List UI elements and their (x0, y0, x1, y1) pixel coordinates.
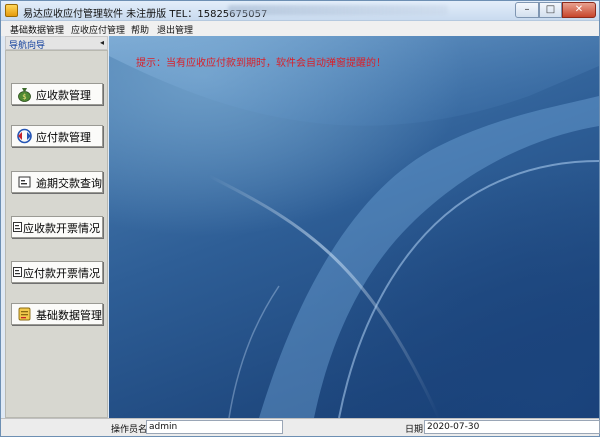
nav-button-label: 应付款管理 (36, 131, 91, 144)
title-bar: 易达应收应付管理软件 未注册版 TEL：15825675057 – □ ✕ (1, 1, 599, 21)
nav-panel: $ 应收款管理 应付款管理 逾期交款查询 应收款开票情况 应付款开票情况 基础数… (5, 50, 108, 418)
menu-basic-data[interactable]: 基础数据管理 (10, 23, 64, 36)
wallpaper-swoosh (109, 36, 599, 418)
report-icon (18, 176, 31, 188)
exchange-arrows-icon (17, 128, 32, 144)
status-bar: 操作员名 admin 日期 2020-07-30 (1, 418, 600, 436)
nav-button-receivable-invoice[interactable]: 应收款开票情况 (11, 216, 103, 238)
menu-bar: 基础数据管理 应收应付管理 帮助 退出管理 (1, 21, 599, 36)
money-bag-icon: $ (18, 88, 31, 102)
report-icon (13, 222, 22, 232)
operator-label: 操作员名 (111, 425, 148, 435)
maximize-button[interactable]: □ (539, 2, 562, 18)
menu-exit[interactable]: 退出管理 (157, 23, 193, 36)
date-field: 2020-07-30 (424, 420, 600, 434)
minimize-button[interactable]: – (515, 2, 539, 18)
nav-button-basic-data[interactable]: 基础数据管理 (11, 303, 103, 325)
due-reminder-hint: 提示：当有应收应付款到期时，软件会自动弹窗提醒的！ (136, 58, 386, 69)
app-logo-icon (5, 4, 18, 17)
database-icon (18, 307, 31, 321)
collapse-arrow-icon[interactable]: ◂ (100, 38, 104, 47)
nav-button-label: 应付款开票情况 (23, 267, 100, 280)
nav-button-payable[interactable]: 应付款管理 (11, 125, 103, 147)
menu-receivable-payable[interactable]: 应收应付管理 (71, 23, 125, 36)
nav-button-receivable[interactable]: $ 应收款管理 (11, 83, 103, 105)
report-icon (13, 267, 22, 277)
nav-button-overdue-query[interactable]: 逾期交款查询 (11, 171, 103, 193)
svg-text:$: $ (22, 93, 26, 101)
close-button[interactable]: ✕ (562, 2, 596, 18)
app-window: 易达应收应付管理软件 未注册版 TEL：15825675057 – □ ✕ 基础… (0, 0, 600, 437)
nav-button-label: 基础数据管理 (36, 309, 102, 322)
main-workspace: 提示：当有应收应付款到期时，软件会自动弹窗提醒的！ (109, 36, 599, 418)
nav-button-label: 应收款开票情况 (23, 222, 100, 235)
menu-help[interactable]: 帮助 (131, 23, 149, 36)
nav-button-label: 应收款管理 (36, 89, 91, 102)
date-label: 日期 (405, 425, 424, 435)
operator-field: admin (146, 420, 283, 434)
nav-button-label: 逾期交款查询 (36, 177, 102, 190)
nav-header: 导航向导 ◂ (5, 36, 108, 51)
nav-button-payable-invoice[interactable]: 应付款开票情况 (11, 261, 103, 283)
blurred-title-area (228, 5, 448, 15)
